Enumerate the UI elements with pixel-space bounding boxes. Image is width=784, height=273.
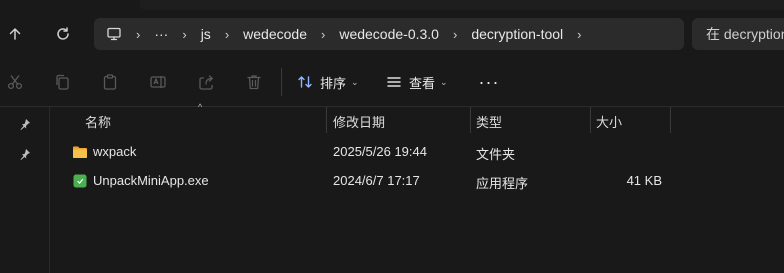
exe-app-icon xyxy=(72,173,88,189)
delete-icon[interactable] xyxy=(242,70,266,94)
rename-icon[interactable] xyxy=(146,70,170,94)
refresh-button[interactable] xyxy=(48,14,78,54)
file-row[interactable]: UnpackMiniApp.exe 2024/6/7 17:17 应用程序 41… xyxy=(50,167,784,195)
column-header-type[interactable]: 类型 xyxy=(476,112,502,131)
toolbar-divider xyxy=(281,68,282,96)
search-input[interactable]: 在 decryption xyxy=(692,18,784,50)
chevron-right-icon[interactable]: › xyxy=(128,27,148,42)
view-button[interactable]: 查看 ⌄ xyxy=(386,68,448,96)
search-placeholder: 在 decryption xyxy=(706,26,784,42)
breadcrumb-wedecode[interactable]: wedecode xyxy=(237,26,313,42)
file-type: 文件夹 xyxy=(476,147,516,162)
refresh-icon xyxy=(57,27,69,40)
chevron-right-icon[interactable]: › xyxy=(569,27,589,42)
navigation-pane xyxy=(0,107,50,273)
paste-icon[interactable] xyxy=(98,70,122,94)
breadcrumb-decryption-tool[interactable]: decryption-tool xyxy=(465,26,569,42)
column-divider[interactable] xyxy=(670,107,671,133)
up-button[interactable] xyxy=(0,14,30,54)
command-bar: 排序 ⌄ 查看 ⌄ ··· xyxy=(0,58,784,107)
chevron-right-icon[interactable]: › xyxy=(445,27,465,42)
chevron-down-icon: ⌄ xyxy=(440,76,448,87)
chevron-right-icon[interactable]: › xyxy=(174,27,194,42)
file-size: 41 KB xyxy=(626,173,662,188)
column-divider[interactable] xyxy=(470,107,471,133)
breadcrumb-js[interactable]: js xyxy=(195,26,217,42)
more-options-button[interactable]: ··· xyxy=(478,68,500,96)
file-modified: 2025/5/26 19:44 xyxy=(333,144,427,159)
column-divider[interactable] xyxy=(590,107,591,133)
column-header-size[interactable]: 大小 xyxy=(596,112,622,131)
column-header-row: ^ 名称 修改日期 类型 大小 xyxy=(50,102,784,133)
file-modified: 2024/6/7 17:17 xyxy=(333,173,420,188)
cut-icon[interactable] xyxy=(3,70,27,94)
chevron-right-icon[interactable]: › xyxy=(313,27,333,42)
breadcrumb-overflow[interactable]: ··· xyxy=(148,26,174,42)
column-divider[interactable] xyxy=(326,107,327,133)
this-pc-icon[interactable] xyxy=(106,26,122,42)
sort-icon xyxy=(298,76,312,88)
pin-icon[interactable] xyxy=(18,117,32,131)
file-type: 应用程序 xyxy=(476,176,529,191)
address-bar[interactable]: › ··· › js › wedecode › wedecode-0.3.0 ›… xyxy=(94,18,684,50)
breadcrumb-wedecode-version[interactable]: wedecode-0.3.0 xyxy=(333,26,445,42)
chevron-right-icon[interactable]: › xyxy=(217,27,237,42)
sort-label: 排序 xyxy=(320,75,347,91)
file-name: UnpackMiniApp.exe xyxy=(93,173,209,188)
folder-icon xyxy=(72,144,88,160)
chevron-down-icon: ⌄ xyxy=(351,76,359,87)
share-icon[interactable] xyxy=(194,70,218,94)
column-header-modified[interactable]: 修改日期 xyxy=(333,112,385,131)
copy-icon[interactable] xyxy=(50,70,74,94)
view-label: 查看 xyxy=(409,75,436,91)
sort-ascending-icon: ^ xyxy=(198,102,203,112)
file-name: wxpack xyxy=(93,144,137,159)
file-row[interactable]: wxpack 2025/5/26 19:44 文件夹 xyxy=(50,138,784,166)
pin-icon[interactable] xyxy=(18,147,32,161)
view-list-icon xyxy=(387,77,401,87)
arrow-up-icon xyxy=(9,28,21,40)
column-header-name[interactable]: 名称 xyxy=(85,112,111,131)
sort-button[interactable]: 排序 ⌄ xyxy=(297,68,359,96)
title-bar-strip xyxy=(140,0,784,10)
address-row: › ··· › js › wedecode › wedecode-0.3.0 ›… xyxy=(0,14,784,54)
